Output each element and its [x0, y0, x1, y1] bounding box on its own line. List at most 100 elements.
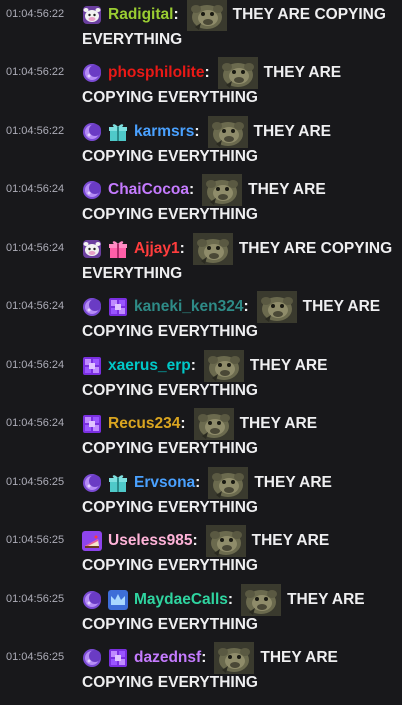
chat-message: 01:04:56:22 Radigital: THEY ARE COPYING EVE… [0, 0, 402, 58]
timestamp: 01:04:56:22 [6, 8, 65, 20]
message-text: THEY ARE [253, 123, 332, 140]
username[interactable]: karmsrs [134, 123, 194, 141]
message-first-line: phosphilolite: THEY ARE [82, 57, 342, 89]
message-text: THEY ARE [263, 64, 342, 81]
message-text: THEY ARE COPYING [238, 240, 393, 257]
purple-gem-badge-icon[interactable] [108, 297, 128, 317]
message-text-continued: COPYING EVERYTHING [82, 674, 258, 691]
timestamp: 01:04:56:25 [6, 651, 65, 663]
message-text: THEY ARE [239, 415, 318, 432]
purple-crescent-badge-icon[interactable] [82, 473, 102, 493]
gift-teal-badge-icon[interactable] [108, 122, 128, 142]
monkey-emote-icon[interactable] [202, 174, 243, 206]
username[interactable]: Radigital [108, 6, 173, 24]
username-separator: : [179, 240, 185, 257]
chat-message: 01:04:56:22 karmsrs: THEY ARE COPYING EVERY… [0, 116, 402, 175]
username[interactable]: Useless985 [108, 532, 192, 550]
username-separator: : [243, 298, 249, 315]
cow-badge-icon[interactable] [82, 239, 102, 259]
message-first-line: Recus234: THEY ARE [82, 408, 318, 440]
chat-message: 01:04:56:24 kaneki_ken324: THEY ARE COPYING… [0, 291, 402, 350]
username-separator: : [194, 123, 200, 140]
message-first-line: karmsrs: THEY ARE [82, 116, 332, 148]
username-separator: : [195, 474, 201, 491]
timestamp: 01:04:56:25 [6, 534, 65, 546]
username[interactable]: ChaiCocoa [108, 181, 189, 199]
message-text: THEY ARE [254, 474, 332, 491]
purple-crescent-badge-icon[interactable] [82, 297, 102, 317]
username[interactable]: xaerus_erp [108, 357, 191, 375]
purple-crescent-badge-icon[interactable] [82, 648, 102, 668]
username-separator: : [188, 181, 195, 198]
username-separator: : [204, 64, 210, 81]
chat-message: 01:04:56:25 Ervsona: THEY ARE COPYING EVERY… [0, 467, 402, 526]
monkey-emote-icon[interactable] [217, 57, 258, 89]
username-separator: : [192, 532, 198, 549]
message-first-line: kaneki_ken324: THEY ARE [82, 291, 381, 323]
chat-message: 01:04:56:22 phosphilolite: THEY ARE COPYING… [0, 57, 402, 116]
monkey-emote-icon[interactable] [186, 0, 227, 31]
chat-message: 01:04:56:24 ChaiCocoa: THEY ARE COPYING EVE… [0, 174, 402, 233]
monkey-emote-icon[interactable] [203, 350, 244, 382]
purple-crescent-badge-icon[interactable] [82, 590, 102, 610]
username[interactable]: MaydaeCalls [134, 591, 228, 609]
purple-crescent-badge-icon[interactable] [82, 180, 102, 200]
message-first-line: dazednsf: THEY ARE [82, 642, 338, 674]
gift-pink-badge-icon[interactable] [108, 239, 128, 259]
message-text-continued: COPYING EVERYTHING [82, 382, 258, 399]
chat-message: 01:04:56:24 Ajjay1: THEY ARE COPYING EVERYT… [0, 233, 402, 292]
username[interactable]: dazednsf [134, 649, 201, 667]
message-first-line: Ajjay1: THEY ARE COPYING [82, 233, 393, 265]
purple-gem-badge-icon[interactable] [82, 356, 102, 376]
message-first-line: ChaiCocoa: THEY ARE [82, 174, 326, 206]
message-text-continued: COPYING EVERYTHING [82, 148, 258, 165]
monkey-emote-icon[interactable] [208, 467, 249, 499]
message-text-continued: COPYING EVERYTHING [82, 499, 258, 516]
message-first-line: Radigital: THEY ARE COPYING [82, 0, 386, 31]
username[interactable]: phosphilolite [108, 64, 204, 82]
message-text: THEY ARE [251, 532, 330, 549]
purple-gem-badge-icon[interactable] [108, 648, 128, 668]
username-separator: : [201, 649, 207, 666]
crown-blue-badge-icon[interactable] [108, 590, 128, 610]
chat-message: 01:04:56:25 dazednsf: THEY ARE COPYING EVER… [0, 642, 402, 701]
monkey-emote-icon[interactable] [207, 116, 248, 148]
cake-badge-icon[interactable] [82, 531, 102, 551]
message-text-continued: COPYING EVERYTHING [82, 557, 258, 574]
purple-crescent-badge-icon[interactable] [82, 63, 102, 83]
cow-badge-icon[interactable] [82, 5, 102, 25]
message-text-continued: COPYING EVERYTHING [82, 323, 258, 340]
username[interactable]: Ajjay1 [134, 240, 180, 258]
purple-gem-badge-icon[interactable] [82, 414, 102, 434]
message-text-continued: EVERYTHING [82, 31, 183, 48]
username[interactable]: Recus234 [108, 415, 180, 433]
monkey-emote-icon[interactable] [193, 408, 234, 440]
message-text: THEY ARE [287, 591, 365, 608]
chat-message: 01:04:56:24 xaerus_erp: THEY ARE COPYING EV… [0, 350, 402, 409]
username-separator: : [227, 591, 234, 608]
username[interactable]: Ervsona [134, 474, 195, 492]
message-text: THEY ARE [302, 298, 381, 315]
username[interactable]: kaneki_ken324 [134, 298, 243, 316]
monkey-emote-icon[interactable] [241, 584, 282, 616]
purple-crescent-badge-icon[interactable] [82, 122, 102, 142]
message-first-line: xaerus_erp: THEY ARE [82, 350, 327, 382]
monkey-emote-icon[interactable] [256, 291, 297, 323]
message-first-line: Ervsona: THEY ARE [82, 467, 332, 499]
timestamp: 01:04:56:24 [6, 242, 65, 254]
monkey-emote-icon[interactable] [192, 233, 233, 265]
monkey-emote-icon[interactable] [214, 642, 255, 674]
message-first-line: MaydaeCalls: THEY ARE [82, 584, 365, 616]
message-text-continued: EVERYTHING [82, 265, 183, 282]
username-separator: : [173, 6, 179, 23]
gift-teal-badge-icon[interactable] [108, 473, 128, 493]
timestamp: 01:04:56:24 [6, 417, 65, 429]
chat-message: 01:04:56:25 Useless985: THEY ARE COPYING EV… [0, 525, 402, 584]
chat-message: 01:04:56:25 MaydaeCalls: THEY ARE COPYING E… [0, 584, 402, 643]
message-text: THEY ARE [248, 181, 326, 198]
timestamp: 01:04:56:24 [6, 359, 65, 371]
monkey-emote-icon[interactable] [205, 525, 246, 557]
chat-message: 01:04:56:24 Recus234: THEY ARE COPYING EVER… [0, 408, 402, 467]
timestamp: 01:04:56:25 [6, 476, 65, 488]
timestamp: 01:04:56:22 [6, 125, 65, 137]
